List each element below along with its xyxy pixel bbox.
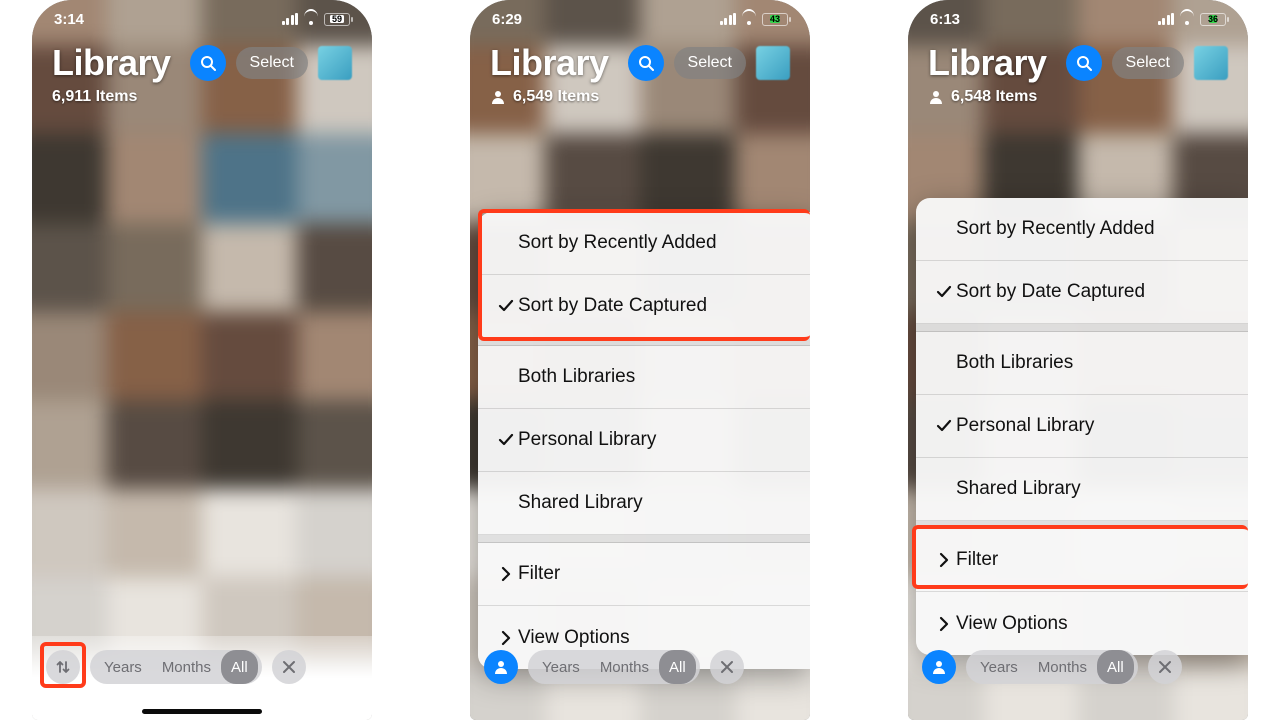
status-bar: 6:13 36 bbox=[908, 0, 1248, 38]
page-title: Library bbox=[490, 42, 609, 84]
bottom-toolbar: Years Months All bbox=[908, 636, 1248, 720]
item-count: 6,549 Items bbox=[513, 88, 599, 106]
battery-indicator: 43 bbox=[762, 13, 788, 26]
wifi-icon bbox=[303, 14, 319, 25]
cell-signal-icon bbox=[282, 13, 299, 25]
status-time: 3:14 bbox=[54, 11, 84, 28]
check-icon bbox=[932, 284, 956, 300]
check-icon bbox=[932, 418, 956, 434]
select-button[interactable]: Select bbox=[674, 47, 746, 79]
tab-months[interactable]: Months bbox=[152, 650, 221, 684]
screenshot-1: 3:14 59 Library Select 6,911 Items Years… bbox=[32, 0, 372, 720]
tab-months[interactable]: Months bbox=[590, 650, 659, 684]
account-thumbnail[interactable] bbox=[1194, 46, 1228, 80]
menu-filter[interactable]: Filter bbox=[916, 529, 1248, 592]
battery-indicator: 36 bbox=[1200, 13, 1226, 26]
page-title: Library bbox=[52, 42, 171, 84]
menu-sort-date-captured[interactable]: Sort by Date Captured bbox=[916, 261, 1248, 324]
tab-months[interactable]: Months bbox=[1028, 650, 1097, 684]
cell-signal-icon bbox=[1158, 13, 1175, 25]
time-scope-pill[interactable]: Years Months All bbox=[528, 650, 700, 684]
chevron-right-icon bbox=[932, 616, 956, 632]
sort-filter-button[interactable] bbox=[922, 650, 956, 684]
close-button[interactable] bbox=[272, 650, 306, 684]
chevron-right-icon bbox=[932, 552, 956, 568]
page-title: Library bbox=[928, 42, 1047, 84]
menu-both-libraries[interactable]: Both Libraries bbox=[916, 332, 1248, 395]
tab-years[interactable]: Years bbox=[532, 650, 590, 684]
status-bar: 6:29 43 bbox=[470, 0, 810, 38]
status-bar: 3:14 59 bbox=[32, 0, 372, 38]
menu-personal-library[interactable]: Personal Library bbox=[478, 409, 810, 472]
library-header: Library Select 6,549 Items bbox=[490, 42, 790, 106]
chevron-right-icon bbox=[494, 566, 518, 582]
screenshot-3: 6:13 36 Library Select 6,548 Items Sort … bbox=[908, 0, 1248, 720]
person-icon bbox=[490, 89, 506, 105]
cell-signal-icon bbox=[720, 13, 737, 25]
status-time: 6:29 bbox=[492, 11, 522, 28]
library-header: Library Select 6,548 Items bbox=[928, 42, 1228, 106]
library-header: Library Select 6,911 Items bbox=[52, 42, 352, 106]
check-icon bbox=[494, 432, 518, 448]
search-button[interactable] bbox=[1066, 45, 1102, 81]
menu-personal-library[interactable]: Personal Library bbox=[916, 395, 1248, 458]
menu-sort-recently-added[interactable]: Sort by Recently Added bbox=[478, 212, 810, 275]
close-button[interactable] bbox=[1148, 650, 1182, 684]
wifi-icon bbox=[1179, 14, 1195, 25]
menu-both-libraries[interactable]: Both Libraries bbox=[478, 346, 810, 409]
menu-sort-recently-added[interactable]: Sort by Recently Added bbox=[916, 198, 1248, 261]
menu-filter[interactable]: Filter bbox=[478, 543, 810, 606]
check-icon bbox=[494, 298, 518, 314]
time-scope-pill[interactable]: Years Months All bbox=[966, 650, 1138, 684]
item-count: 6,548 Items bbox=[951, 88, 1037, 106]
account-thumbnail[interactable] bbox=[318, 46, 352, 80]
menu-shared-library[interactable]: Shared Library bbox=[478, 472, 810, 535]
tab-years[interactable]: Years bbox=[970, 650, 1028, 684]
menu-sort-date-captured[interactable]: Sort by Date Captured bbox=[478, 275, 810, 338]
sort-filter-menu: Sort by Recently Added Sort by Date Capt… bbox=[478, 212, 810, 669]
tab-all[interactable]: All bbox=[1097, 650, 1134, 684]
sort-filter-button[interactable] bbox=[46, 650, 80, 684]
select-button[interactable]: Select bbox=[236, 47, 308, 79]
menu-shared-library[interactable]: Shared Library bbox=[916, 458, 1248, 521]
close-button[interactable] bbox=[710, 650, 744, 684]
item-count: 6,911 Items bbox=[52, 88, 137, 106]
tab-years[interactable]: Years bbox=[94, 650, 152, 684]
search-button[interactable] bbox=[190, 45, 226, 81]
home-indicator[interactable] bbox=[142, 709, 262, 714]
screenshot-2: 6:29 43 Library Select 6,549 Items Sort … bbox=[470, 0, 810, 720]
person-icon bbox=[928, 89, 944, 105]
tab-all[interactable]: All bbox=[221, 650, 258, 684]
account-thumbnail[interactable] bbox=[756, 46, 790, 80]
battery-indicator: 59 bbox=[324, 13, 350, 26]
wifi-icon bbox=[741, 14, 757, 25]
sort-filter-menu: Sort by Recently Added Sort by Date Capt… bbox=[916, 198, 1248, 655]
tab-all[interactable]: All bbox=[659, 650, 696, 684]
select-button[interactable]: Select bbox=[1112, 47, 1184, 79]
sort-filter-button[interactable] bbox=[484, 650, 518, 684]
bottom-toolbar: Years Months All bbox=[470, 636, 810, 720]
search-button[interactable] bbox=[628, 45, 664, 81]
status-time: 6:13 bbox=[930, 11, 960, 28]
time-scope-pill[interactable]: Years Months All bbox=[90, 650, 262, 684]
bottom-toolbar: Years Months All bbox=[32, 636, 372, 720]
